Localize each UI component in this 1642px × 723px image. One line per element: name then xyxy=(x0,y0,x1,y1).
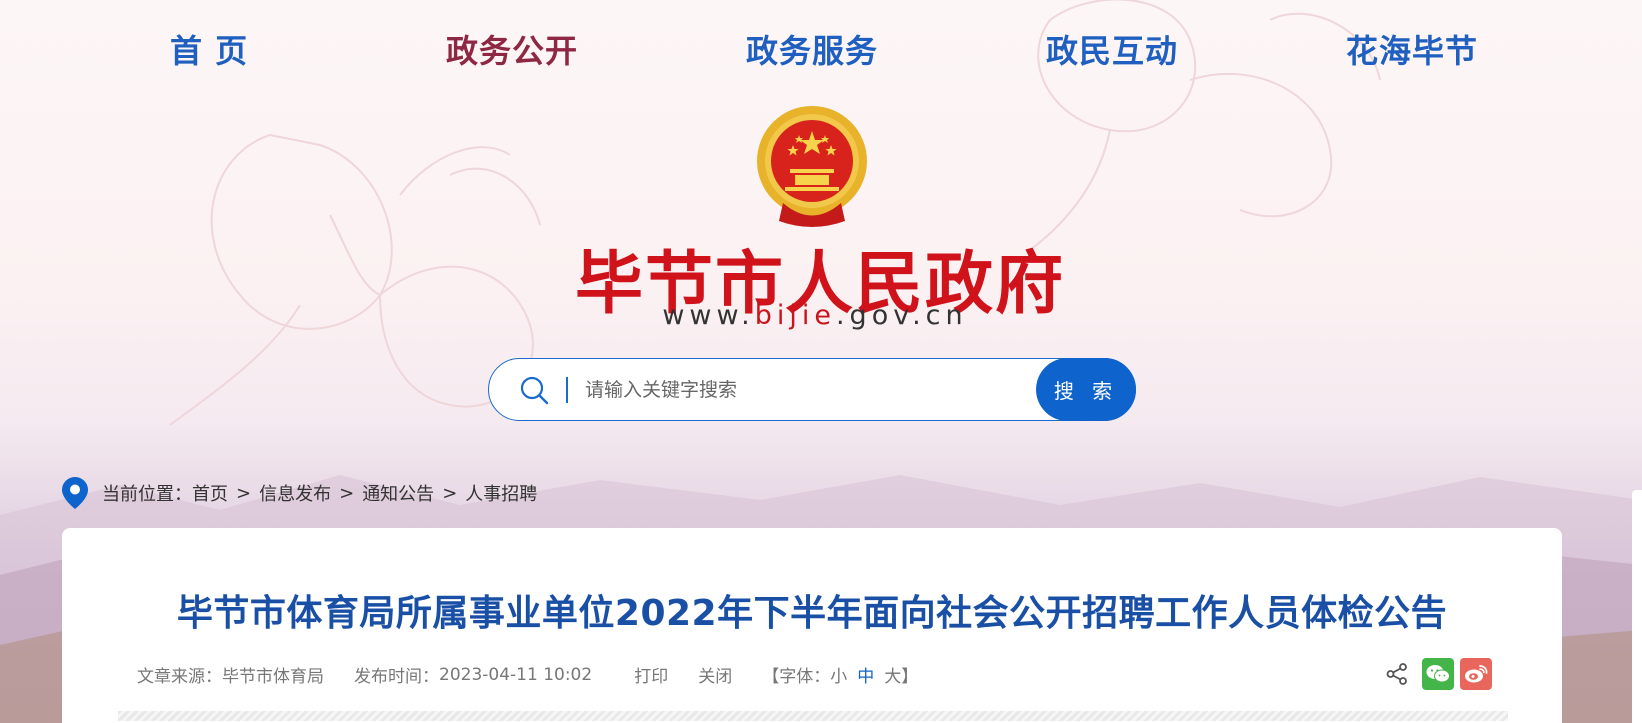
top-navigation: 首 页 政务公开 政务服务 政民互动 花海毕节 xyxy=(0,26,1642,76)
content-divider xyxy=(118,711,1508,721)
article-meta: 文章来源： 毕节市体育局 发布时间： 2023-04-11 10:02 打印 关… xyxy=(137,662,919,688)
publish-value: 2023-04-11 10:02 xyxy=(439,664,593,685)
source-value: 毕节市体育局 xyxy=(222,667,324,687)
font-size-small[interactable]: 小 xyxy=(830,662,847,687)
national-emblem-logo xyxy=(757,106,867,227)
publish-label: 发布时间： xyxy=(354,667,439,687)
font-size-open: 【字体： xyxy=(762,667,831,687)
search-button[interactable]: 搜 索 xyxy=(1036,358,1136,421)
article-title: 毕节市体育局所属事业单位2022年下半年面向社会公开招聘工作人员体检公告 xyxy=(176,593,1448,634)
nav-item-flower-sea-bijie[interactable]: 花海毕节 xyxy=(1346,26,1478,72)
search-icon xyxy=(520,376,549,405)
url-highlight: bijie xyxy=(754,300,836,331)
print-link[interactable]: 打印 xyxy=(634,662,668,687)
share-group xyxy=(1386,658,1492,690)
nav-item-public-interaction[interactable]: 政民互动 xyxy=(1046,26,1178,72)
breadcrumb-notices[interactable]: 通知公告 xyxy=(362,480,434,506)
font-size-close: 】 xyxy=(901,667,919,687)
breadcrumb-separator: > xyxy=(236,482,252,504)
breadcrumb-separator: > xyxy=(339,482,355,504)
weibo-share-button[interactable] xyxy=(1460,658,1492,690)
url-prefix: www. xyxy=(662,300,755,331)
breadcrumb-recruitment[interactable]: 人事招聘 xyxy=(465,480,537,506)
url-suffix: .gov.cn xyxy=(835,300,968,331)
breadcrumb-home[interactable]: 首页 xyxy=(192,480,228,506)
search-divider xyxy=(566,377,568,403)
wechat-icon xyxy=(1426,665,1450,683)
nav-item-government-affairs[interactable]: 政务公开 xyxy=(446,26,578,72)
nav-item-government-services[interactable]: 政务服务 xyxy=(746,26,878,72)
breadcrumb: 当前位置： 首页 > 信息发布 > 通知公告 > 人事招聘 xyxy=(62,477,537,509)
source-label: 文章来源： xyxy=(137,667,222,687)
location-pin-icon xyxy=(62,477,88,509)
breadcrumb-prefix: 当前位置： xyxy=(102,484,192,505)
article-card: 毕节市体育局所属事业单位2022年下半年面向社会公开招聘工作人员体检公告 文章来… xyxy=(62,528,1562,723)
weibo-icon xyxy=(1465,665,1488,683)
nav-item-home[interactable]: 首 页 xyxy=(170,26,248,72)
breadcrumb-separator: > xyxy=(442,482,458,504)
share-icon[interactable] xyxy=(1386,663,1408,685)
site-url: www.bijie.gov.cn xyxy=(575,300,1055,331)
wechat-share-button[interactable] xyxy=(1422,658,1454,690)
font-size-large[interactable]: 大 xyxy=(884,662,901,687)
search-bar: 搜 索 xyxy=(488,358,1136,421)
search-input[interactable] xyxy=(585,371,1005,409)
side-panel-edge xyxy=(1632,490,1642,723)
font-size-medium[interactable]: 中 xyxy=(857,662,874,687)
breadcrumb-info-release[interactable]: 信息发布 xyxy=(259,480,331,506)
close-link[interactable]: 关闭 xyxy=(698,662,732,687)
